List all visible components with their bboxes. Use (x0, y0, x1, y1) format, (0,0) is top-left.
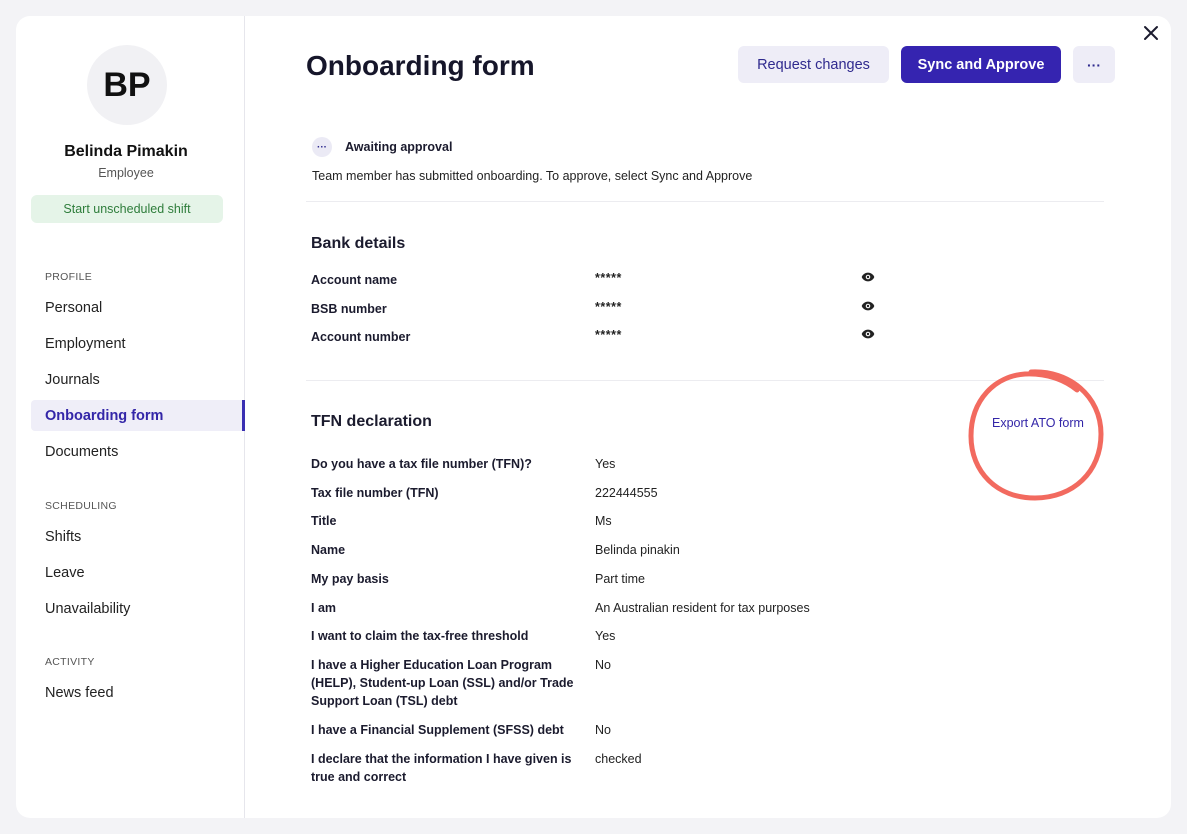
sidebar-item-leave[interactable]: Leave (31, 557, 245, 588)
status-description: Team member has submitted onboarding. To… (312, 169, 753, 183)
tfn-field-label: Name (311, 543, 346, 557)
ellipsis-icon: ··· (312, 137, 332, 157)
tfn-field-label: I am (311, 601, 337, 615)
sidebar-item-onboarding-form[interactable]: Onboarding form (31, 400, 245, 431)
tfn-field-value: checked (595, 752, 642, 766)
sidebar: BP Belinda Pimakin Employee Start unsche… (16, 16, 245, 818)
tfn-declaration-title: TFN declaration (311, 413, 432, 430)
bank-field-label: Account number (311, 330, 411, 344)
sidebar-item-journals[interactable]: Journals (31, 364, 245, 395)
tfn-field-label: I declare that the information I have gi… (311, 752, 572, 784)
annotation-circle (968, 369, 1104, 501)
section-label-activity: ACTIVITY (45, 656, 95, 668)
tfn-field-label: My pay basis (311, 572, 389, 586)
bank-field-value: ***** (595, 300, 622, 314)
tfn-field-label: I want to claim the tax-free threshold (311, 629, 529, 643)
tfn-field-value: No (595, 658, 611, 672)
tfn-field-value: No (595, 723, 611, 737)
sidebar-item-personal[interactable]: Personal (31, 292, 245, 323)
bank-field-value: ***** (595, 328, 622, 342)
eye-icon[interactable] (861, 299, 875, 313)
sidebar-item-employment[interactable]: Employment (31, 328, 245, 359)
user-role: Employee (98, 166, 154, 180)
section-label-scheduling: SCHEDULING (45, 500, 117, 512)
tfn-field-value: Yes (595, 457, 616, 471)
section-label-profile: PROFILE (45, 271, 93, 283)
close-icon[interactable] (1140, 22, 1162, 44)
tfn-field-value: Ms (595, 514, 612, 528)
tfn-field-value: Belinda pinakin (595, 543, 680, 557)
bank-field-label: BSB number (311, 302, 387, 316)
tfn-field-label: Title (311, 514, 337, 528)
tfn-field-value: 222444555 (595, 486, 658, 500)
eye-icon[interactable] (861, 270, 875, 284)
avatar: BP (87, 45, 167, 125)
sidebar-item-documents[interactable]: Documents (31, 436, 245, 467)
bank-details-title: Bank details (311, 235, 406, 252)
user-name: Belinda Pimakin (64, 143, 188, 160)
sidebar-item-shifts[interactable]: Shifts (31, 521, 245, 552)
onboarding-modal: BP Belinda Pimakin Employee Start unsche… (16, 16, 1171, 818)
tfn-field-value: Yes (595, 629, 616, 643)
tfn-field-label: Do you have a tax file number (TFN)? (311, 457, 532, 471)
status-title: Awaiting approval (345, 140, 453, 154)
sidebar-item-unavailability[interactable]: Unavailability (31, 593, 245, 624)
start-unscheduled-shift-button[interactable]: Start unscheduled shift (31, 195, 223, 223)
divider (306, 201, 1104, 202)
more-options-button[interactable]: ··· (1073, 46, 1115, 83)
sidebar-item-news-feed[interactable]: News feed (31, 677, 245, 708)
page-title: Onboarding form (306, 50, 535, 81)
tfn-field-label: I have a Financial Supplement (SFSS) deb… (311, 723, 564, 737)
bank-field-label: Account name (311, 273, 398, 287)
tfn-field-label: I have a Higher Education Loan Program (… (311, 658, 574, 708)
tfn-field-value: Part time (595, 572, 646, 586)
tfn-field-value: An Australian resident for tax purposes (595, 601, 810, 615)
eye-icon[interactable] (861, 327, 875, 341)
bank-field-value: ***** (595, 271, 622, 285)
sync-and-approve-button[interactable]: Sync and Approve (901, 46, 1061, 83)
request-changes-button[interactable]: Request changes (738, 46, 889, 83)
tfn-field-label: Tax file number (TFN) (311, 486, 439, 500)
